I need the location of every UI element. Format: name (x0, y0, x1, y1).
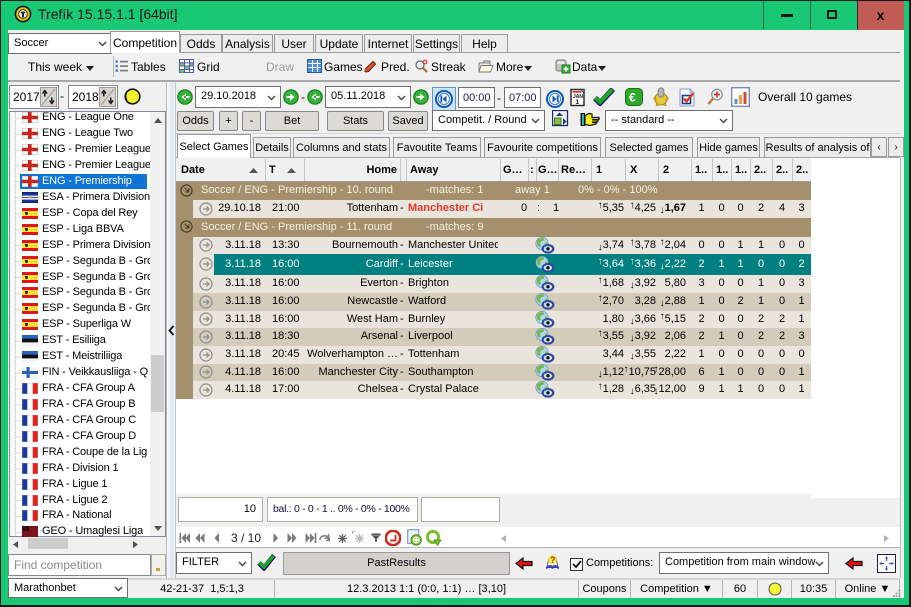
svg-text:1: 1 (576, 99, 580, 106)
svg-text:?: ? (550, 555, 556, 565)
svg-text:€: € (629, 91, 636, 105)
